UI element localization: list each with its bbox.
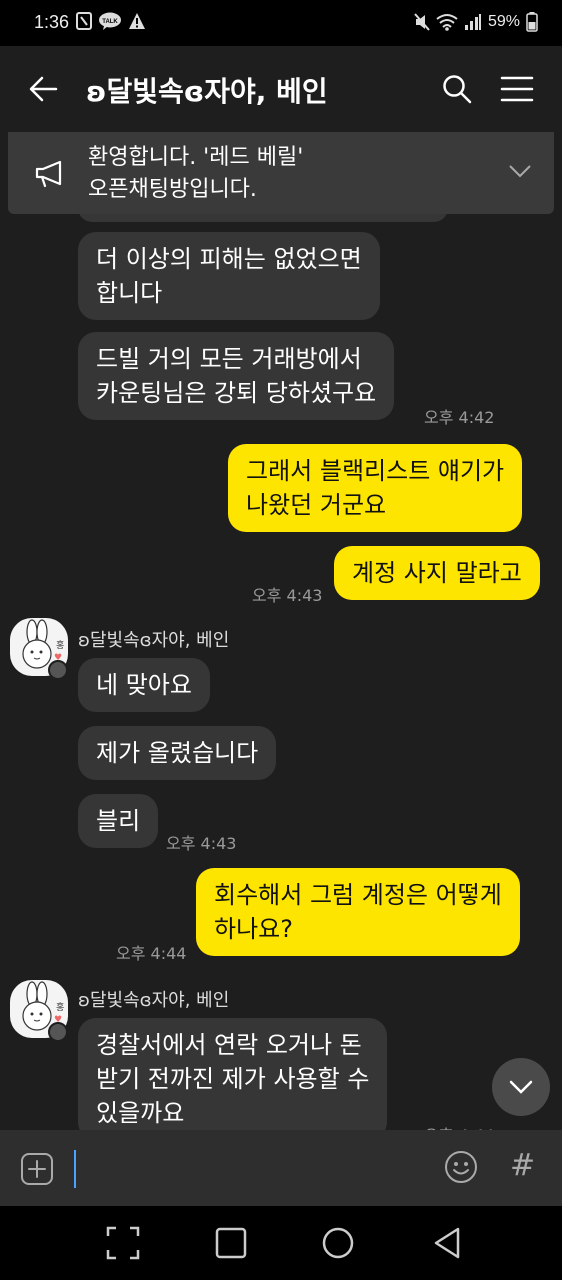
wifi-icon bbox=[436, 14, 458, 31]
screenshot-icon[interactable] bbox=[106, 1226, 140, 1260]
menu-icon[interactable] bbox=[500, 76, 534, 102]
megaphone-icon bbox=[35, 160, 62, 188]
message-text: 합니다 bbox=[96, 279, 163, 307]
message-bubble-outgoing[interactable]: 그래서 블랙리스트 얘기가 나왔던 거군요 bbox=[228, 444, 523, 532]
message-text: 받기 전까진 제가 사용할 수 bbox=[96, 1065, 370, 1093]
text-cursor bbox=[74, 1150, 76, 1188]
message-bubble-outgoing[interactable]: 계정 사지 말라고 bbox=[334, 546, 540, 600]
message-text: 더 이상의 피해는 없었으면 bbox=[96, 245, 362, 273]
svg-text:홍: 홍 bbox=[56, 1001, 64, 1013]
svg-text:TALK: TALK bbox=[102, 19, 118, 25]
home-icon[interactable] bbox=[320, 1226, 356, 1262]
avatar-badge bbox=[48, 660, 68, 680]
warning-icon bbox=[129, 13, 145, 29]
message-timestamp: 오후 4:44 bbox=[424, 1122, 494, 1130]
mute-icon bbox=[414, 13, 430, 31]
battery-percent: 59% bbox=[487, 13, 520, 30]
message-text: 드빌 거의 모든 거래방에서 bbox=[96, 345, 362, 373]
recent-apps-icon[interactable] bbox=[214, 1226, 248, 1260]
chat-room-title: ʚ달빛속ɞ자야, 베인 bbox=[86, 75, 328, 108]
message-text: 계정 사지 말라고 bbox=[352, 559, 522, 587]
scroll-to-bottom-button[interactable] bbox=[492, 1058, 550, 1116]
message-list[interactable]: 환영합니다. '레드 베릴' 오픈채팅방입니다. 더 이상의 피해는 없었으면 … bbox=[0, 132, 562, 1130]
signal-icon bbox=[464, 14, 481, 30]
message-text: 그래서 블랙리스트 얘기가 bbox=[246, 457, 505, 485]
status-bar: 1:36 TALK 59% bbox=[0, 0, 562, 46]
message-timestamp: 오후 4:44 bbox=[116, 944, 187, 963]
message-timestamp: 오후 4:42 bbox=[424, 408, 495, 427]
system-nav-bar bbox=[0, 1206, 562, 1280]
message-bubble[interactable]: 블리 bbox=[78, 794, 159, 848]
message-text: 나왔던 거군요 bbox=[246, 491, 387, 519]
notice-text: 환영합니다. '레드 베릴' 오픈채팅방입니다. bbox=[88, 142, 488, 206]
avatar-badge bbox=[48, 1022, 68, 1042]
pinned-notice[interactable]: 환영합니다. '레드 베릴' 오픈채팅방입니다. bbox=[8, 132, 554, 214]
message-text: 카운팅님은 강퇴 당하셨구요 bbox=[96, 379, 377, 407]
hashtag-icon[interactable]: # bbox=[510, 1148, 535, 1183]
svg-text:홍: 홍 bbox=[56, 639, 64, 651]
chevron-down-icon[interactable] bbox=[508, 164, 532, 178]
message-bubble[interactable]: 제가 올렸습니다 bbox=[78, 726, 277, 780]
message-bubble[interactable]: 더 이상의 피해는 없었으면 합니다 bbox=[78, 232, 380, 320]
chat-header: ʚ달빛속ɞ자야, 베인 bbox=[0, 46, 562, 132]
message-bubble[interactable]: 네 맞아요 bbox=[78, 658, 210, 712]
sender-name: ʚ달빛속ɞ자야, 베인 bbox=[78, 990, 230, 1011]
back-nav-icon[interactable] bbox=[430, 1226, 464, 1260]
notification-icons: TALK bbox=[76, 12, 146, 30]
message-bubble[interactable]: 드빌 거의 모든 거래방에서 카운팅님은 강퇴 당하셨구요 bbox=[78, 332, 395, 420]
emoji-icon[interactable] bbox=[444, 1150, 478, 1184]
message-text: 블리 bbox=[96, 807, 141, 835]
message-timestamp: 오후 4:43 bbox=[166, 834, 237, 853]
system-icons: 59% bbox=[414, 12, 538, 32]
message-text: 제가 올렸습니다 bbox=[96, 739, 259, 767]
message-text: 경찰서에서 연락 오거나 돈 bbox=[96, 1031, 362, 1059]
notice-line-1: 환영합니다. '레드 베릴' bbox=[88, 145, 304, 170]
plus-icon[interactable] bbox=[20, 1152, 54, 1186]
chevron-down-icon bbox=[509, 1080, 533, 1094]
talk-icon: TALK bbox=[99, 12, 121, 30]
message-text: 하나요? bbox=[214, 915, 293, 943]
app-notification-icon bbox=[76, 12, 92, 30]
message-bubble[interactable]: 경찰서에서 연락 오거나 돈 받기 전까진 제가 사용할 수 있을까요 bbox=[78, 1018, 388, 1130]
message-input-bar: # bbox=[0, 1130, 562, 1206]
message-text: 네 맞아요 bbox=[96, 671, 192, 699]
message-input[interactable] bbox=[78, 1146, 428, 1190]
search-icon[interactable] bbox=[442, 74, 472, 104]
battery-icon bbox=[526, 12, 538, 32]
message-text: 있을까요 bbox=[96, 1099, 185, 1127]
message-text: 회수해서 그럼 계정은 어떻게 bbox=[214, 881, 502, 909]
notice-line-2: 오픈채팅방입니다. bbox=[88, 177, 257, 202]
back-arrow-icon[interactable] bbox=[28, 74, 58, 104]
message-bubble-outgoing[interactable]: 회수해서 그럼 계정은 어떻게 하나요? bbox=[196, 868, 520, 956]
status-time: 1:36 bbox=[34, 12, 70, 32]
message-timestamp: 오후 4:43 bbox=[252, 586, 323, 605]
sender-name: ʚ달빛속ɞ자야, 베인 bbox=[78, 630, 230, 651]
